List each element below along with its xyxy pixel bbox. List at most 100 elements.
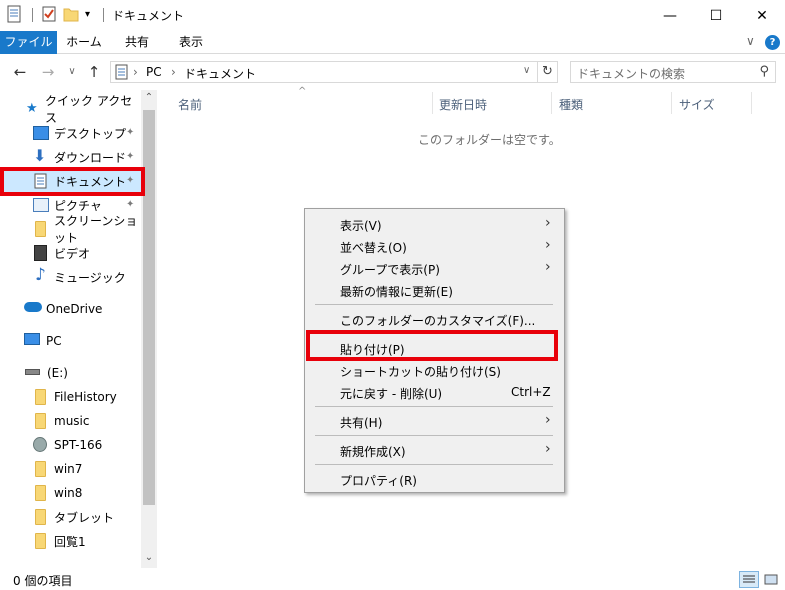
menu-shortcut: Ctrl+Z [511, 385, 551, 399]
tab-share[interactable]: 共有 [115, 31, 159, 54]
large-icons-view-button[interactable] [761, 571, 781, 588]
menu-item-new[interactable]: 新規作成(X) › [305, 439, 564, 461]
crumb-separator[interactable]: › [133, 65, 138, 79]
close-button[interactable]: ✕ [739, 0, 785, 31]
nav-item-screenshots[interactable]: スクリーンショット [0, 214, 140, 245]
ribbon-expand-icon[interactable]: ∨ [746, 34, 755, 48]
column-header-type[interactable]: 種類 [559, 96, 583, 113]
column-header-name[interactable]: 名前 [178, 96, 202, 113]
tab-file[interactable]: ファイル [0, 31, 57, 54]
details-view-icon [743, 575, 755, 583]
nav-label: 回覧1 [54, 534, 86, 549]
menu-item-group[interactable]: グループで表示(P) › [305, 257, 564, 279]
recent-locations-button[interactable]: ∨ [62, 62, 82, 82]
menu-separator [315, 406, 553, 407]
nav-label: music [54, 414, 90, 428]
pictures-icon [33, 198, 49, 212]
nav-label: クイック アクセス [45, 94, 133, 125]
menu-item-undo-delete[interactable]: 元に戻す - 削除(U) Ctrl+Z [305, 381, 564, 403]
column-divider[interactable] [671, 92, 672, 114]
column-header-modified[interactable]: 更新日時 [439, 96, 487, 113]
column-divider[interactable] [751, 92, 752, 114]
menu-item-label: 元に戻す - 削除(U) [340, 387, 443, 401]
search-icon[interactable]: ⚲ [759, 64, 769, 79]
menu-item-refresh[interactable]: 最新の情報に更新(E) [305, 279, 564, 301]
back-button[interactable]: ← [10, 62, 30, 82]
nav-item-spt166[interactable]: SPT-166 [0, 434, 140, 456]
folder-icon [35, 461, 46, 477]
tab-home[interactable]: ホーム [60, 31, 108, 54]
details-view-button[interactable] [739, 571, 759, 588]
submenu-arrow-icon: › [545, 412, 551, 428]
nav-label: ダウンロード [54, 150, 127, 165]
nav-label: ピクチャ [54, 198, 102, 213]
pin-icon[interactable]: ✦ [126, 199, 134, 210]
menu-item-share[interactable]: 共有(H) › [305, 410, 564, 432]
cloud-icon [24, 302, 42, 312]
nav-item-downloads[interactable]: ⬇ ダウンロード ✦ [0, 146, 140, 168]
menu-item-label: グループで表示(P) [340, 263, 440, 277]
nav-item-music[interactable]: ♪ ミュージック [0, 266, 140, 288]
pin-icon[interactable]: ✦ [126, 151, 134, 162]
search-input[interactable]: ドキュメントの検索 ⚲ [570, 61, 776, 83]
toolbar-divider [103, 8, 104, 22]
column-header-size[interactable]: サイズ [679, 96, 715, 113]
nav-label: デスクトップ [54, 126, 127, 141]
new-folder-icon[interactable] [63, 5, 81, 25]
crumb-separator[interactable]: › [171, 65, 176, 79]
address-dropdown-icon[interactable]: ∨ [523, 65, 530, 76]
scroll-up-icon[interactable]: ⌃ [141, 92, 157, 103]
pin-icon[interactable]: ✦ [126, 127, 134, 138]
folder-icon [35, 389, 46, 405]
folder-icon [35, 485, 46, 501]
customize-dropdown-icon[interactable]: ▾ [85, 5, 95, 25]
video-icon [34, 245, 47, 261]
nav-quick-access[interactable]: ★ クイック アクセス [0, 94, 140, 125]
menu-separator [315, 464, 553, 465]
forward-button[interactable]: → [38, 62, 58, 82]
folder-icon [35, 413, 46, 429]
menu-item-customize[interactable]: このフォルダーのカスタマイズ(F)... [305, 308, 564, 330]
breadcrumb-pc[interactable]: PC [146, 65, 162, 79]
address-bar[interactable]: › PC › ドキュメント ∨ [110, 61, 538, 83]
maximize-button[interactable]: ☐ [693, 0, 739, 31]
menu-item-label: 並べ替え(O) [340, 241, 407, 255]
navigation-pane[interactable]: ★ クイック アクセス デスクトップ ✦ ⬇ ダウンロード ✦ ドキュメント ✦… [0, 90, 158, 568]
nav-pc[interactable]: PC [0, 330, 140, 352]
desktop-icon [33, 126, 49, 140]
nav-item-win7[interactable]: win7 [0, 458, 140, 480]
nav-label: PC [46, 334, 62, 348]
refresh-button[interactable]: ↻ [538, 61, 558, 83]
menu-item-properties[interactable]: プロパティ(R) [305, 468, 564, 490]
minimize-button[interactable]: — [647, 0, 693, 31]
nav-drive-e[interactable]: (E:) [0, 362, 140, 384]
properties-icon[interactable] [6, 5, 24, 25]
menu-item-paste-shortcut[interactable]: ショートカットの貼り付け(S) [305, 359, 564, 381]
nav-item-desktop[interactable]: デスクトップ ✦ [0, 122, 140, 144]
column-divider[interactable] [432, 92, 433, 114]
column-divider[interactable] [551, 92, 552, 114]
nav-item-filehistory[interactable]: FileHistory [0, 386, 140, 408]
up-button[interactable]: ↑ [84, 62, 104, 82]
document-icon [115, 64, 129, 83]
scroll-down-icon[interactable]: ⌄ [141, 552, 157, 563]
nav-item-tablet[interactable]: タブレット [0, 506, 140, 528]
nav-onedrive[interactable]: OneDrive [0, 298, 140, 320]
checkmark-icon[interactable] [41, 5, 59, 25]
nav-item-videos[interactable]: ビデオ [0, 242, 140, 264]
tab-view[interactable]: 表示 [169, 31, 213, 54]
nav-label: タブレット [54, 510, 115, 525]
address-row: ← → ∨ ↑ › PC › ドキュメント ∨ ↻ ドキュメントの検索 ⚲ [0, 58, 785, 86]
nav-item-win8[interactable]: win8 [0, 482, 140, 504]
menu-item-sort[interactable]: 並べ替え(O) › [305, 235, 564, 257]
item-count: 0 個の項目 [13, 574, 73, 588]
nav-item-music-folder[interactable]: music [0, 410, 140, 432]
menu-item-view[interactable]: 表示(V) › [305, 213, 564, 235]
menu-separator [315, 435, 553, 436]
submenu-arrow-icon: › [545, 441, 551, 457]
menu-item-label: 表示(V) [340, 219, 382, 233]
help-icon[interactable]: ? [765, 35, 780, 50]
breadcrumb-documents[interactable]: ドキュメント [184, 65, 256, 82]
nav-scrollbar[interactable]: ⌃ ⌄ [141, 90, 157, 568]
nav-item-circular1[interactable]: 回覧1 [0, 530, 140, 552]
